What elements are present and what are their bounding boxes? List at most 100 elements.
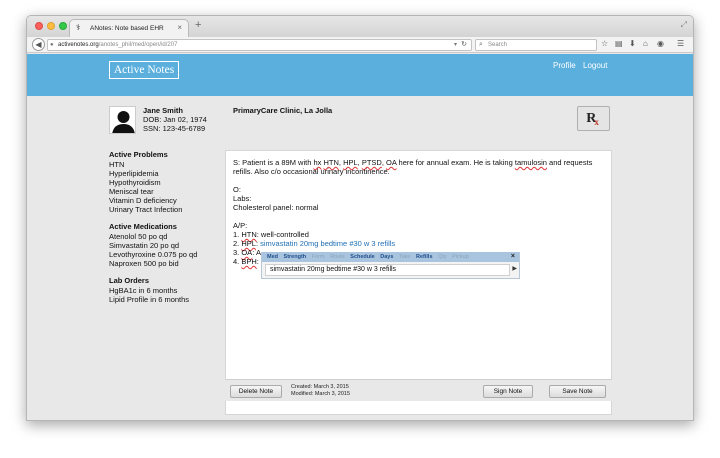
note-metadata: Created: March 3, 2015 Modified: March 3… [291, 384, 350, 398]
download-icon[interactable]: ⬇ [629, 39, 636, 48]
note-term[interactable]: OA [241, 248, 252, 257]
field-qty[interactable]: Qty [438, 254, 447, 260]
note-line: S: Patient is a 89M with hx HTN, HPL, PT… [233, 158, 593, 167]
note-blank [233, 176, 603, 185]
note-term[interactable]: OA [386, 158, 396, 167]
note-text-span: : well-controlled [256, 230, 309, 239]
field-take[interactable]: Take [399, 254, 411, 260]
fullscreen-icon[interactable]: ⤢ [681, 20, 687, 30]
field-strength[interactable]: Strength [284, 254, 307, 260]
note-text-span: : A [252, 248, 261, 257]
problem-item[interactable]: Hyperlipidemia [109, 169, 219, 178]
lab-order-item[interactable]: Lipid Profile in 6 months [109, 295, 219, 304]
save-note-button[interactable]: Save Note [549, 385, 606, 398]
app-header: Active Notes Profile Logout [27, 54, 693, 96]
chat-icon[interactable]: ◉ [657, 39, 664, 48]
note-line: O: [233, 185, 241, 194]
note-editor[interactable]: S: Patient is a 89M with hx HTN, HPL, PT… [225, 150, 612, 415]
medication-autocomplete[interactable]: Med Strength Form Route Schedule Days Ta… [261, 252, 520, 279]
medication-item[interactable]: Atenolol 50 po qd [109, 232, 219, 241]
field-form[interactable]: Form [312, 254, 325, 260]
medication-item[interactable]: Naproxen 500 po bid [109, 259, 219, 268]
logout-link[interactable]: Logout [583, 61, 607, 70]
history-dropdown-icon[interactable]: ▾ [454, 40, 457, 50]
rx-mark-icon: x [594, 117, 599, 127]
medication-item[interactable]: Simvastatin 20 po qd [109, 241, 219, 250]
note-text-span: S: Patient is a 89M with [233, 158, 314, 167]
problem-item[interactable]: Meniscal tear [109, 187, 219, 196]
field-route[interactable]: Route [330, 254, 345, 260]
note-line: Labs: [233, 194, 252, 203]
note-term[interactable]: tamulosin [515, 158, 547, 167]
url-host: activenotes.org [58, 42, 99, 48]
note-line: Cholesterol panel: normal [233, 203, 319, 212]
autocomplete-field-bar: Med Strength Form Route Schedule Days Ta… [262, 252, 519, 262]
search-placeholder: Search [488, 42, 508, 48]
reading-list-icon[interactable]: ▤ [615, 39, 623, 48]
note-term[interactable]: BPH [241, 257, 256, 266]
note-term[interactable]: PTSD [362, 158, 382, 167]
delete-note-button[interactable]: Delete Note [230, 385, 282, 398]
field-schedule[interactable]: Schedule [350, 254, 374, 260]
note-line: 2. HPL: simvastatin 20mg bedtime #30 w 3… [233, 239, 603, 248]
window-minimize-button[interactable] [47, 22, 55, 30]
avatar [109, 106, 136, 134]
patient-ssn: SSN: 123-45-6789 [143, 124, 206, 133]
site-identity-icon[interactable]: ● [50, 40, 54, 50]
close-icon[interactable]: × [511, 252, 515, 262]
favicon-icon: ⚕ [76, 23, 81, 32]
note-line: 1. HTN: well-controlled [233, 230, 603, 239]
prescription-button[interactable]: Rx [577, 106, 610, 131]
app-logo[interactable]: Active Notes [109, 61, 179, 79]
home-icon[interactable]: ⌂ [643, 39, 648, 48]
reload-icon[interactable]: ↻ [461, 40, 467, 50]
sign-note-button[interactable]: Sign Note [483, 385, 533, 398]
problem-item[interactable]: Urinary Tract Infection [109, 205, 219, 214]
submit-arrow-icon[interactable]: ▶ [512, 265, 517, 272]
menu-icon[interactable]: ☰ [677, 39, 684, 48]
note-term[interactable]: HPL [241, 239, 256, 248]
address-bar[interactable]: ● activenotes.org/anotes_phil/med/open/i… [47, 39, 472, 51]
search-input[interactable]: ⌕ Search [475, 39, 597, 51]
field-days[interactable]: Days [380, 254, 393, 260]
note-line: A/P: [233, 221, 248, 230]
active-medications-heading: Active Medications [109, 222, 177, 231]
note-term[interactable]: HPL [343, 158, 358, 167]
lab-orders-section: Lab Orders HgBA1c in 6 months Lipid Prof… [109, 276, 219, 304]
profile-link[interactable]: Profile [553, 61, 576, 70]
field-pickup[interactable]: Pickup [452, 254, 469, 260]
toolbar-icons: ☆ ▤ ⬇ ⌂ ◉ ☰ [601, 39, 691, 51]
window-zoom-button[interactable] [59, 22, 67, 30]
note-text[interactable]: S: Patient is a 89M with hx HTN, HPL, PT… [233, 158, 603, 266]
patient-sidebar: Active Problems HTN Hyperlipidemia Hypot… [109, 150, 219, 312]
problem-item[interactable]: HTN [109, 160, 219, 169]
medication-order-link[interactable]: simvastatin 20mg bedtime #30 w 3 refills [260, 239, 395, 248]
browser-tab[interactable]: ⚕ ANotes: Note based EHR × [69, 19, 189, 37]
lab-orders-heading: Lab Orders [109, 276, 150, 285]
clinic-name: PrimaryCare Clinic, La Jolla [233, 106, 333, 115]
field-refills[interactable]: Refills [416, 254, 433, 260]
field-med[interactable]: Med [267, 254, 278, 260]
medication-order-input[interactable]: simvastatin 20mg bedtime #30 w 3 refills [265, 264, 510, 276]
note-term[interactable]: hx [313, 158, 321, 167]
problem-item[interactable]: Vitamin D deficiency [109, 196, 219, 205]
window-close-button[interactable] [35, 22, 43, 30]
lab-order-item[interactable]: HgBA1c in 6 months [109, 286, 219, 295]
medication-item[interactable]: Levothyroxine 0.075 po qd [109, 250, 219, 259]
new-tab-button[interactable]: + [195, 19, 201, 31]
note-text-span: and requests [546, 158, 593, 167]
page: Active Notes Profile Logout Jane Smith D… [27, 54, 693, 420]
tab-title: ANotes: Note based EHR [90, 25, 164, 32]
problem-item[interactable]: Hypothyroidism [109, 178, 219, 187]
modified-date: Modified: March 3, 2015 [291, 391, 351, 397]
star-icon[interactable]: ☆ [601, 39, 608, 48]
note-term[interactable]: HTN [323, 158, 338, 167]
navigation-bar: ◀ ● activenotes.org/anotes_phil/med/open… [27, 37, 693, 53]
patient-name: Jane Smith [143, 106, 184, 115]
note-term[interactable]: HTN [241, 230, 256, 239]
url-path: /anotes_phil/med/open/id/207 [98, 42, 178, 48]
patient-dob: DOB: Jan 02, 1974 [143, 115, 207, 124]
tab-close-icon[interactable]: × [177, 23, 182, 32]
back-button[interactable]: ◀ [32, 38, 45, 51]
search-icon: ⌕ [479, 41, 483, 48]
